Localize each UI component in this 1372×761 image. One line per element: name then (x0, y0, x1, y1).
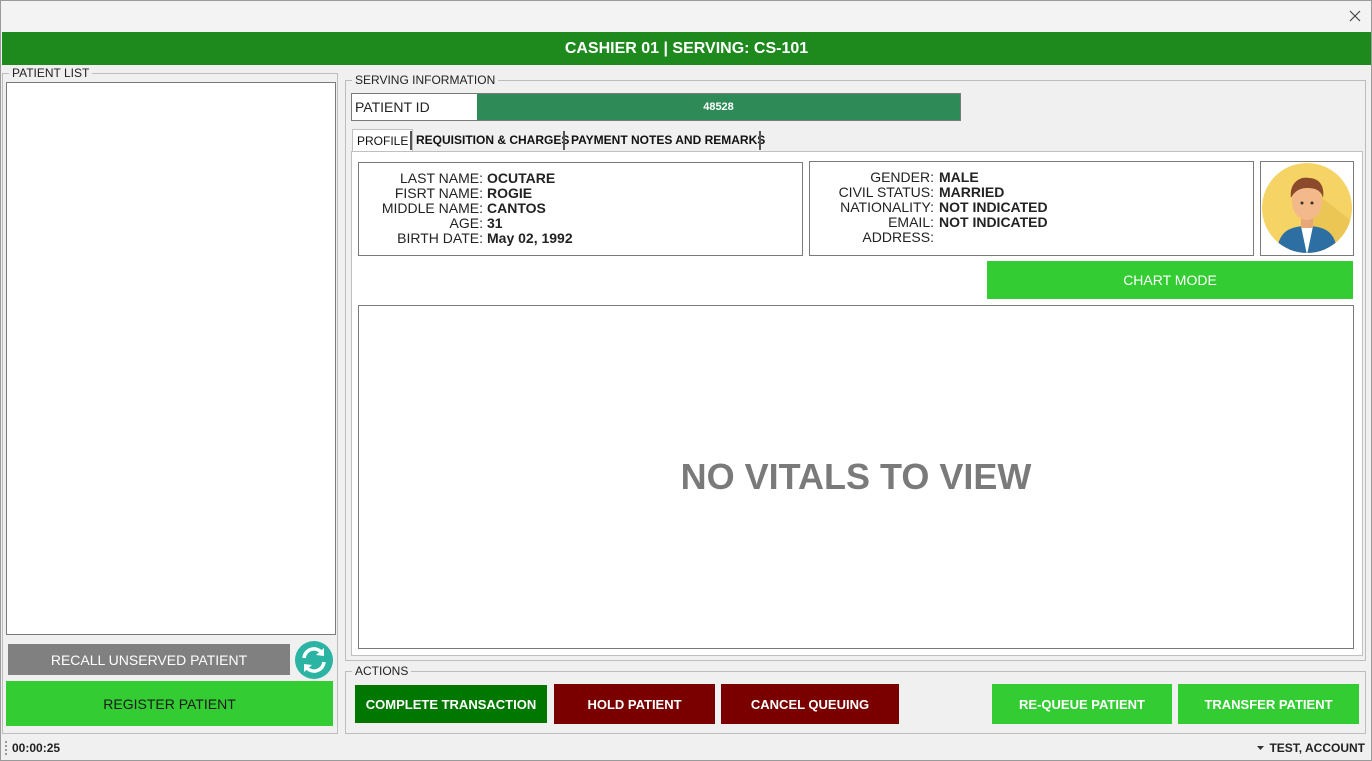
age-label: AGE: (449, 215, 483, 231)
patient-name-info: LAST NAME: OCUTARE FISRT NAME: ROGIE MID… (358, 162, 803, 256)
birth-date-value: May 02, 1992 (487, 230, 573, 246)
birth-date-row: BIRTH DATE: May 02, 1992 (359, 231, 799, 246)
address-label: ADDRESS: (862, 229, 934, 245)
first-name-row: FISRT NAME: ROGIE (359, 186, 799, 201)
requeue-patient-button[interactable]: RE-QUEUE PATIENT (992, 684, 1172, 724)
patient-id-value: 48528 (477, 93, 961, 121)
status-bar: 00:00:25 TEST, ACCOUNT (2, 737, 1371, 760)
tab-payment-notes[interactable]: PAYMENT NOTES AND REMARKS (567, 129, 769, 151)
register-patient-button[interactable]: REGISTER PATIENT (6, 681, 333, 726)
close-icon (1349, 10, 1361, 22)
close-button[interactable] (1343, 4, 1367, 28)
account-dropdown[interactable]: TEST, ACCOUNT (1257, 741, 1365, 755)
gender-value: MALE (939, 169, 979, 185)
gender-row: GENDER: MALE (810, 170, 1250, 185)
age-row: AGE: 31 (359, 216, 799, 231)
tab-separator (759, 131, 761, 150)
app-window: CASHIER 01 | SERVING: CS-101 PATIENT LIS… (0, 0, 1372, 761)
email-row: EMAIL: NOT INDICATED (810, 215, 1250, 230)
tab-strip: PROFILE REQUISITION & CHARGES PAYMENT NO… (351, 129, 1365, 152)
first-name-label: FISRT NAME: (394, 185, 483, 201)
refresh-button[interactable] (293, 640, 334, 679)
cashier-header: CASHIER 01 | SERVING: CS-101 (2, 32, 1371, 65)
last-name-value: OCUTARE (487, 170, 556, 186)
nationality-row: NATIONALITY: NOT INDICATED (810, 200, 1250, 215)
last-name-label: LAST NAME: (400, 170, 483, 186)
patient-list[interactable] (6, 82, 336, 635)
caret-down-icon (1257, 745, 1265, 750)
status-grip (5, 741, 7, 755)
no-vitals-message: NO VITALS TO VIEW (680, 456, 1032, 497)
nationality-value: NOT INDICATED (939, 199, 1048, 215)
last-name-row: LAST NAME: OCUTARE (359, 171, 799, 186)
tab-profile[interactable]: PROFILE (352, 129, 414, 152)
user-avatar-icon (1262, 163, 1352, 253)
birth-date-label: BIRTH DATE: (397, 230, 483, 246)
serving-information-legend: SERVING INFORMATION (355, 73, 496, 87)
patient-id-label: PATIENT ID (351, 93, 478, 121)
patient-list-legend: PATIENT LIST (12, 66, 90, 80)
chart-mode-button[interactable]: CHART MODE (987, 261, 1353, 299)
vitals-panel: NO VITALS TO VIEW (358, 305, 1354, 649)
patient-avatar (1260, 161, 1354, 256)
account-name: TEST, ACCOUNT (1269, 741, 1365, 755)
tab-separator (563, 131, 565, 150)
session-timer: 00:00:25 (12, 741, 61, 755)
middle-name-value: CANTOS (487, 200, 546, 216)
cancel-queuing-button[interactable]: CANCEL QUEUING (721, 684, 899, 724)
gender-label: GENDER: (870, 169, 934, 185)
civil-status-row: CIVIL STATUS: MARRIED (810, 185, 1250, 200)
hold-patient-button[interactable]: HOLD PATIENT (554, 684, 715, 724)
email-label: EMAIL: (888, 214, 934, 230)
age-value: 31 (487, 215, 503, 231)
middle-name-row: MIDDLE NAME: CANTOS (359, 201, 799, 216)
address-row: ADDRESS: (810, 230, 1250, 245)
tab-requisition-charges[interactable]: REQUISITION & CHARGES (412, 129, 573, 151)
title-bar (1, 1, 1371, 32)
complete-transaction-button[interactable]: COMPLETE TRANSACTION (355, 685, 547, 723)
civil-status-value: MARRIED (939, 184, 1005, 200)
transfer-patient-button[interactable]: TRANSFER PATIENT (1178, 684, 1359, 724)
actions-legend: ACTIONS (355, 664, 409, 678)
recall-unserved-patient-button[interactable]: RECALL UNSERVED PATIENT (8, 644, 290, 675)
nationality-label: NATIONALITY: (840, 199, 934, 215)
middle-name-label: MIDDLE NAME: (381, 200, 483, 216)
first-name-value: ROGIE (487, 185, 533, 201)
email-value: NOT INDICATED (939, 214, 1048, 230)
patient-details-info: GENDER: MALE CIVIL STATUS: MARRIED NATIO… (809, 161, 1254, 256)
refresh-icon (294, 640, 333, 679)
civil-status-label: CIVIL STATUS: (838, 184, 934, 200)
